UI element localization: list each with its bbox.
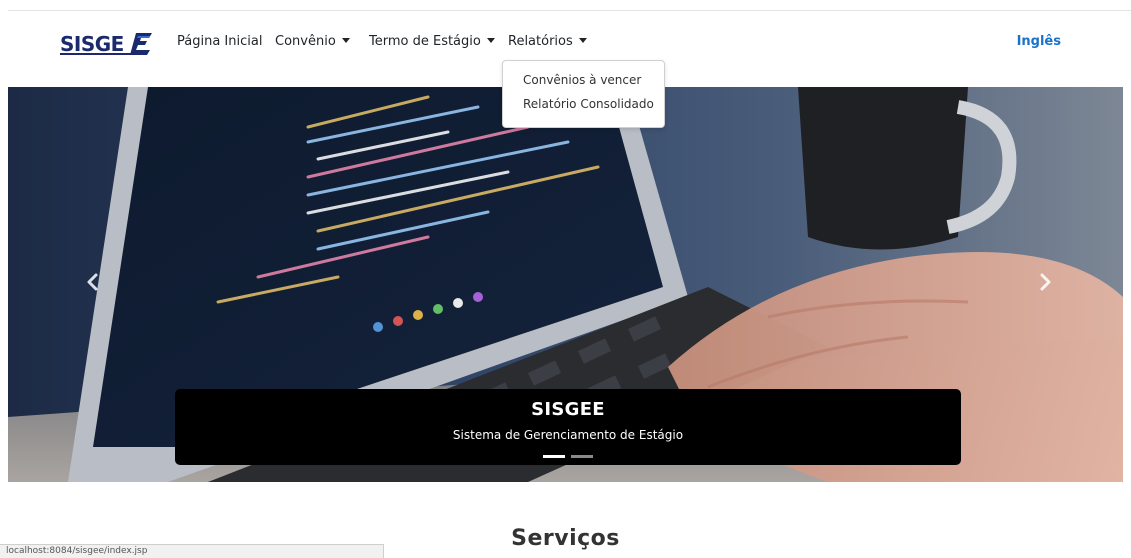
nav-pagina-inicial[interactable]: Página Inicial xyxy=(177,34,262,49)
carousel-indicator-1[interactable] xyxy=(543,455,565,458)
nav-convenio[interactable]: Convênio xyxy=(275,34,350,49)
browser-status-bar: localhost:8084/sisgee/index.jsp xyxy=(0,544,384,558)
caption-text: Sistema de Gerenciamento de Estágio xyxy=(452,428,684,442)
nav-pagina-inicial-label: Página Inicial xyxy=(177,34,263,49)
chevron-left-icon[interactable] xyxy=(78,267,108,297)
chevron-right-icon[interactable] xyxy=(1030,267,1060,297)
dropdown-item-relatorio-consolidado[interactable]: Relatório Consolidado xyxy=(503,93,664,117)
dropdown-item-convenios-vencer[interactable]: Convênios à vencer xyxy=(503,69,664,93)
caret-down-icon xyxy=(341,38,350,43)
nav-termo-estagio-label: Termo de Estágio xyxy=(369,34,481,49)
brand-logo[interactable]: SISGE xyxy=(60,30,152,56)
hero-carousel: SISGEE Sistema de Gerenciamento de Estág… xyxy=(8,87,1123,482)
carousel-caption: SISGEE Sistema de Gerenciamento de Estág… xyxy=(175,389,961,465)
language-toggle[interactable]: Inglês xyxy=(1017,34,1061,49)
nav-relatorios[interactable]: Relatórios xyxy=(508,34,587,49)
carousel-indicator-2[interactable] xyxy=(571,455,593,458)
relatorios-dropdown-menu: Convênios à vencer Relatório Consolidado xyxy=(502,60,665,128)
carousel-indicators xyxy=(175,455,961,458)
nav-relatorios-label: Relatórios xyxy=(508,34,573,49)
nav-termo-estagio[interactable]: Termo de Estágio xyxy=(369,34,495,49)
caret-down-icon xyxy=(578,38,587,43)
nav-convenio-label: Convênio xyxy=(275,34,336,49)
caption-title: SISGEE xyxy=(531,399,605,420)
caret-down-icon xyxy=(486,38,495,43)
svg-text:SISGE: SISGE xyxy=(60,32,124,56)
